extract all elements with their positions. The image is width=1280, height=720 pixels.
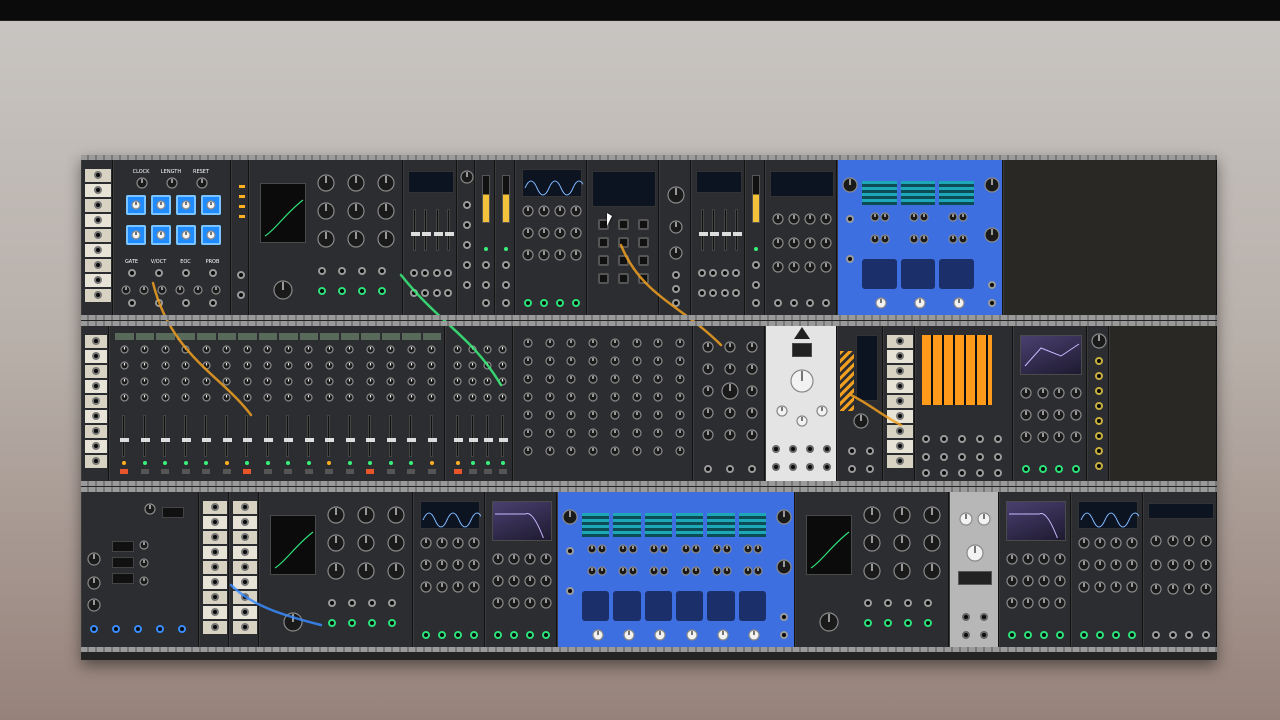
rack-rail bbox=[81, 315, 1217, 320]
rack-rail bbox=[81, 487, 1217, 492]
window-title-bar bbox=[0, 0, 1280, 21]
module-rack[interactable]: CLOCK LENGTH RESET GATE V/OCT EOC PROB bbox=[81, 155, 1217, 660]
rack-rail bbox=[81, 481, 1217, 486]
rack-rail bbox=[81, 321, 1217, 326]
patch-cable[interactable] bbox=[619, 243, 723, 347]
mouse-cursor-icon bbox=[607, 213, 612, 226]
patch-cable[interactable] bbox=[849, 393, 903, 427]
rack-rail bbox=[81, 155, 1217, 160]
patch-cables bbox=[151, 243, 903, 627]
patch-cable[interactable] bbox=[229, 583, 323, 627]
patch-cable[interactable] bbox=[151, 281, 253, 417]
rack-rail bbox=[81, 647, 1217, 652]
patch-cable[interactable] bbox=[399, 273, 503, 387]
